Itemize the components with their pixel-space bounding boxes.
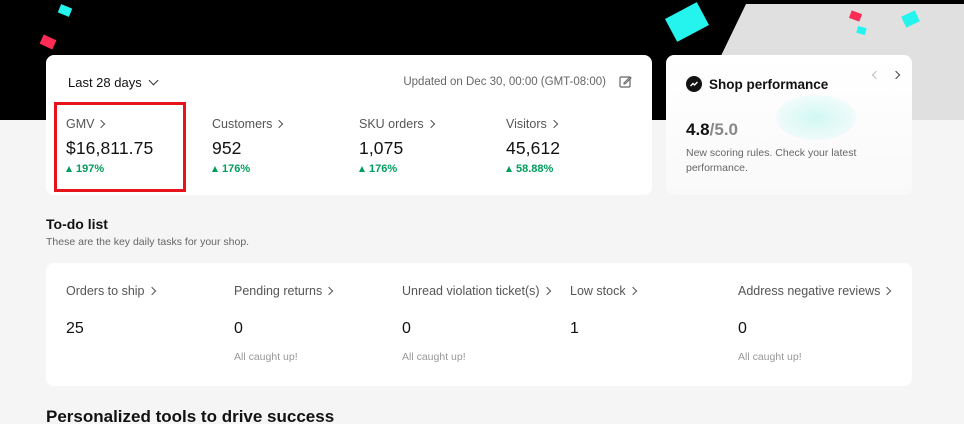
- metric-value: 45,612: [506, 138, 561, 158]
- todo-value: 0: [402, 320, 411, 337]
- metric-delta: 58.88%: [506, 163, 560, 175]
- shop-performance-icon: [686, 76, 702, 92]
- carousel-prev-button[interactable]: [870, 69, 882, 81]
- chevron-right-icon: [891, 70, 901, 80]
- metric-delta: 176%: [359, 163, 434, 175]
- todo-note: All caught up!: [234, 351, 298, 363]
- todo-label: Unread violation ticket(s): [402, 284, 540, 298]
- metric-label: SKU orders: [359, 117, 424, 131]
- metric-delta: 176%: [212, 163, 282, 175]
- todo-label: Orders to ship: [66, 284, 145, 298]
- score-value: 4.8: [686, 120, 710, 139]
- tools-section-title: Personalized tools to drive success: [46, 407, 335, 424]
- period-label: Last 28 days: [68, 75, 142, 90]
- chevron-right-icon: [628, 286, 637, 296]
- shop-score: 4.8/5.0: [686, 120, 738, 140]
- todo-label: Address negative reviews: [738, 284, 881, 298]
- shop-performance-description: New scoring rules. Check your latest per…: [686, 147, 857, 174]
- chevron-right-icon: [275, 119, 284, 129]
- todo-note: All caught up!: [402, 351, 466, 363]
- todo-address-negative-reviews[interactable]: Address negative reviews 0 All caught up…: [738, 284, 892, 363]
- todo-note: All caught up!: [738, 351, 802, 363]
- metric-customers[interactable]: Customers 952 176%: [212, 117, 284, 175]
- todo-pending-returns[interactable]: Pending returns 0 All caught up!: [234, 284, 334, 363]
- metric-label: Visitors: [506, 117, 547, 131]
- metric-sku-orders[interactable]: SKU orders 1,075 176%: [359, 117, 435, 175]
- metric-delta-value: 176%: [222, 163, 251, 175]
- chevron-right-icon: [549, 119, 559, 129]
- todo-value: 0: [234, 320, 243, 337]
- todo-card: Orders to ship 25 Pending returns 0 All …: [46, 263, 912, 386]
- metric-delta-value: 176%: [369, 163, 398, 175]
- todo-value: 25: [66, 320, 84, 337]
- chevron-right-icon: [147, 286, 156, 296]
- arrow-up-icon: [359, 166, 365, 172]
- gmv-highlight-box: [54, 102, 186, 192]
- metric-value: 1,075: [359, 138, 404, 158]
- edit-icon[interactable]: [619, 75, 632, 88]
- chevron-right-icon: [883, 286, 892, 296]
- todo-value: 0: [738, 320, 747, 337]
- decorative-glow: [776, 95, 856, 140]
- chevron-right-icon: [325, 286, 334, 296]
- todo-subtitle: These are the key daily tasks for your s…: [46, 236, 250, 248]
- metric-delta-value: 58.88%: [516, 163, 554, 175]
- chevron-left-icon: [871, 70, 881, 80]
- todo-unread-violation-tickets[interactable]: Unread violation ticket(s) 0 All caught …: [402, 284, 551, 363]
- carousel-next-button[interactable]: [890, 69, 902, 81]
- metric-visitors[interactable]: Visitors 45,612 58.88%: [506, 117, 560, 175]
- arrow-up-icon: [212, 166, 218, 172]
- todo-low-stock[interactable]: Low stock 1: [570, 284, 637, 351]
- score-max: /5.0: [709, 120, 738, 139]
- shop-performance-card[interactable]: Shop performance 4.8/5.0 New scoring rul…: [666, 55, 912, 195]
- chevron-down-icon: [148, 75, 159, 86]
- todo-value: 1: [570, 320, 579, 337]
- todo-orders-to-ship[interactable]: Orders to ship 25: [66, 284, 156, 351]
- chevron-right-icon: [426, 119, 435, 129]
- chevron-right-icon: [542, 286, 551, 296]
- period-dropdown[interactable]: Last 28 days: [68, 75, 159, 90]
- todo-title: To-do list: [46, 216, 108, 232]
- todo-label: Pending returns: [234, 284, 323, 298]
- metric-label: Customers: [212, 117, 273, 131]
- updated-timestamp: Updated on Dec 30, 00:00 (GMT-08:00): [403, 76, 606, 88]
- shop-performance-title: Shop performance: [709, 76, 829, 92]
- todo-label: Low stock: [570, 284, 626, 298]
- arrow-up-icon: [506, 166, 512, 172]
- metric-value: 952: [212, 138, 242, 158]
